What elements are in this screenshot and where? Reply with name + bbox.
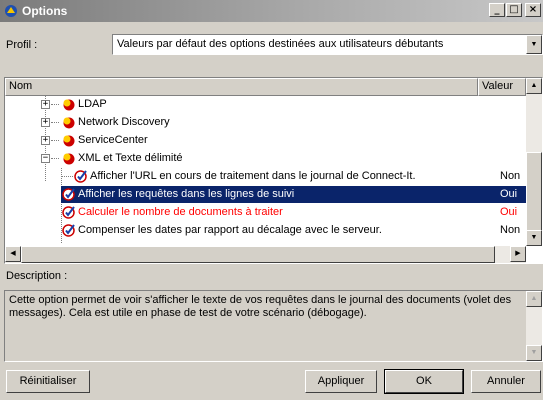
collapse-minus-icon[interactable]: − (41, 154, 50, 163)
option-check-icon (62, 206, 75, 219)
arrow-up-icon: ▲ (530, 82, 538, 89)
option-check-icon (74, 170, 87, 183)
options-tree-list[interactable]: Nom Valeur + LDAP + Network Discovery + … (4, 77, 543, 264)
description-box: Cette option permet de voir s'afficher l… (4, 290, 543, 362)
tree-row-label: Afficher les requêtes dans les lignes de… (78, 188, 295, 200)
tree-connector (51, 158, 59, 159)
arrow-down-icon: ▼ (530, 349, 538, 356)
title-bar[interactable]: Options (0, 0, 543, 22)
description-label: Description : (6, 270, 68, 282)
close-icon: × (528, 4, 538, 15)
options-app-icon (5, 5, 17, 17)
option-check-icon (62, 188, 75, 201)
tree-row-value: Oui (500, 188, 518, 200)
tree-row-label: Network Discovery (78, 116, 170, 128)
maximize-icon: □ (509, 4, 519, 15)
scroll-down-button[interactable]: ▼ (526, 230, 542, 246)
column-header-name[interactable]: Nom (5, 78, 478, 96)
scroll-left-button[interactable]: ◀ (5, 246, 21, 262)
tree-row-option[interactable]: Afficher l'URL en cours de traitement da… (5, 168, 526, 185)
tree-row-label: Afficher l'URL en cours de traitement da… (90, 170, 416, 182)
scroll-up-button[interactable]: ▲ (526, 78, 542, 94)
arrow-right-icon: ▶ (515, 250, 521, 257)
scroll-right-button[interactable]: ▶ (510, 246, 526, 262)
tree-row-label: ServiceCenter (78, 134, 148, 146)
expand-plus-icon[interactable]: + (41, 100, 50, 109)
profil-label: Profil : (6, 39, 38, 51)
folder-category-icon (63, 117, 75, 129)
tree-horizontal-scrollbar[interactable]: ◀ ▶ (5, 246, 526, 263)
expand-plus-icon[interactable]: + (41, 118, 50, 127)
chevron-down-icon: ▼ (530, 41, 538, 48)
profil-dropdown-button[interactable]: ▼ (526, 35, 542, 54)
cancel-button[interactable]: Annuler (471, 370, 541, 393)
close-button[interactable]: × (525, 3, 541, 17)
ok-button[interactable]: OK (384, 369, 464, 394)
tree-row-label: Compenser les dates par rapport au décal… (78, 224, 382, 236)
scrollbar-thumb[interactable] (526, 152, 542, 232)
folder-category-icon (63, 135, 75, 147)
folder-category-icon (63, 153, 75, 165)
tree-row-label: LDAP (78, 98, 107, 110)
tree-row-value: Non (500, 224, 521, 236)
arrow-left-icon: ◀ (10, 250, 16, 257)
scrollbar-thumb[interactable] (21, 246, 495, 263)
tree-row-option-modified[interactable]: Calculer le nombre de documents à traite… (61, 204, 526, 221)
column-header-value[interactable]: Valeur (478, 78, 526, 96)
scroll-down-button[interactable]: ▼ (526, 345, 542, 361)
option-check-icon (62, 224, 75, 237)
arrow-down-icon: ▼ (530, 234, 538, 241)
expand-plus-icon[interactable]: + (41, 136, 50, 145)
description-text: Cette option permet de voir s'afficher l… (9, 294, 512, 319)
apply-button[interactable]: Appliquer (305, 370, 377, 393)
tree-row-xml-texte-delimite[interactable]: − XML et Texte délimité (5, 150, 526, 167)
tree-connector (61, 176, 73, 177)
tree-row-option-selected[interactable]: Afficher les requêtes dans les lignes de… (61, 186, 526, 203)
tree-row-label: XML et Texte délimité (78, 152, 183, 164)
tree-row-label: Calculer le nombre de documents à traite… (78, 206, 283, 218)
description-scrollbar[interactable]: ▲ ▼ (526, 291, 542, 361)
minimize-icon: _ (494, 4, 500, 15)
tree-row-value: Oui (500, 206, 518, 218)
tree-connector (51, 122, 59, 123)
arrow-up-icon: ▲ (530, 295, 538, 302)
tree-connector (51, 140, 59, 141)
tree-vertical-scrollbar[interactable]: ▲ ▼ (526, 78, 542, 246)
tree-row-network-discovery[interactable]: + Network Discovery (5, 114, 526, 131)
tree-connector (51, 104, 59, 105)
tree-row-value: Non (500, 170, 521, 182)
profil-combobox[interactable]: Valeurs par défaut des options destinées… (112, 34, 543, 55)
tree-row-servicecenter[interactable]: + ServiceCenter (5, 132, 526, 149)
minimize-button[interactable]: _ (489, 3, 505, 17)
folder-category-icon (63, 99, 75, 111)
window-title: Options (22, 4, 68, 18)
tree-row-option[interactable]: Compenser les dates par rapport au décal… (61, 222, 526, 239)
scroll-up-button[interactable]: ▲ (526, 291, 542, 307)
profil-selected-value: Valeurs par défaut des options destinées… (117, 38, 444, 50)
maximize-button[interactable]: □ (506, 3, 522, 17)
tree-row-ldap[interactable]: + LDAP (5, 96, 526, 113)
reset-button[interactable]: Réinitialiser (6, 370, 90, 393)
